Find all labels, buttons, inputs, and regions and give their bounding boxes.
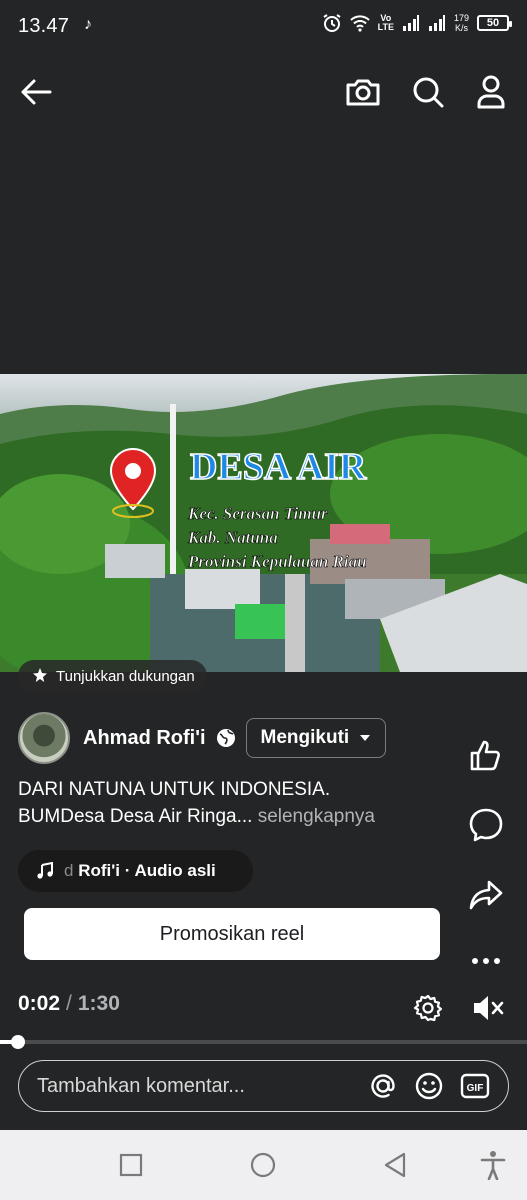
- audio-label: Rofi'i · Audio asli: [78, 861, 216, 880]
- circle-icon: [250, 1152, 276, 1178]
- gear-icon: [413, 994, 442, 1022]
- progress-knob[interactable]: [10, 1035, 25, 1049]
- video-frame: DESA AIR Kec. Serasan Timur Kab. Natuna …: [0, 374, 527, 672]
- more-icon: [472, 958, 500, 964]
- status-time: 13.47: [18, 15, 70, 37]
- accessibility-button[interactable]: [470, 1142, 516, 1188]
- avatar[interactable]: [18, 712, 70, 764]
- search-button[interactable]: [405, 70, 451, 114]
- gif-icon[interactable]: GIF: [460, 1071, 490, 1101]
- share-button[interactable]: [463, 872, 509, 918]
- home-button[interactable]: [240, 1142, 286, 1188]
- comment-icons: GIF: [368, 1071, 490, 1101]
- promote-reel-button[interactable]: Promosikan reel: [24, 908, 440, 960]
- back-button[interactable]: [14, 70, 58, 114]
- video-title-overlay: DESA AIR: [190, 446, 367, 488]
- author-name[interactable]: Ahmad Rofi'i: [83, 727, 206, 750]
- speed-value: 179: [453, 13, 469, 23]
- system-back-button[interactable]: [372, 1142, 418, 1188]
- video-location-1: Kec. Serasan Timur: [187, 504, 328, 523]
- profile-button[interactable]: [468, 70, 514, 114]
- duration: 1:30: [77, 992, 120, 1015]
- video-location-2: Kab. Natuna: [187, 528, 278, 547]
- caption-line-1: DARI NATUNA UNTUK INDONESIA.: [18, 779, 331, 800]
- playback-time: 0:02/1:30: [18, 992, 120, 1016]
- caption-line-2: BUMDesa Desa Air Ringa... selengkapnya: [18, 803, 448, 830]
- progress-fill: [0, 1040, 12, 1044]
- audio-chip[interactable]: d Rofi'i · Audio asli: [18, 850, 253, 892]
- camera-button[interactable]: [340, 70, 386, 114]
- system-nav-bar: [0, 1130, 527, 1200]
- emoji-icon[interactable]: [414, 1071, 444, 1101]
- caret-down-icon: [360, 735, 371, 741]
- mute-button[interactable]: [468, 988, 508, 1028]
- like-button[interactable]: [463, 732, 509, 778]
- battery-icon: 50: [477, 15, 512, 31]
- speed-unit: K/s: [454, 23, 468, 33]
- current-time: 0:02: [18, 992, 61, 1015]
- star-hand-icon: [33, 668, 47, 682]
- back-arrow-icon: [21, 79, 52, 105]
- comment-button[interactable]: [463, 802, 509, 848]
- support-chip[interactable]: Tunjukkan dukungan: [18, 660, 207, 692]
- camera-icon: [346, 79, 380, 106]
- alarm-icon: [323, 14, 341, 32]
- square-icon: [119, 1153, 143, 1177]
- music-note-icon: [37, 862, 53, 879]
- follow-button[interactable]: Mengikuti: [245, 718, 387, 758]
- signal-icon: [402, 15, 419, 31]
- status-bar: 13.47 ♪ Vo LTE 179 K/s 50: [0, 0, 527, 52]
- wifi-icon: [349, 15, 370, 32]
- comment-placeholder: Tambahkan komentar...: [37, 1074, 245, 1097]
- audio-fade-text: d: [64, 861, 74, 880]
- search-icon: [413, 77, 444, 108]
- see-more-link[interactable]: selengkapnya: [258, 806, 375, 827]
- comment-input[interactable]: Tambahkan komentar... GIF: [18, 1060, 509, 1112]
- more-options-button[interactable]: [463, 938, 509, 984]
- caption-line-2-text: BUMDesa Desa Air Ringa...: [18, 806, 253, 827]
- author-row: Ahmad Rofi'i Mengikuti: [18, 712, 387, 764]
- gif-label: GIF: [467, 1083, 484, 1094]
- comment-icon: [469, 808, 503, 842]
- share-icon: [469, 880, 503, 910]
- mention-icon[interactable]: [368, 1071, 398, 1101]
- follow-button-label: Mengikuti: [260, 727, 350, 748]
- signal-icon-2: [428, 15, 445, 31]
- like-icon: [470, 740, 500, 771]
- video-settings-button[interactable]: [410, 988, 446, 1028]
- accessibility-icon: [480, 1151, 506, 1180]
- top-bar: [0, 62, 527, 122]
- muted-speaker-icon: [474, 996, 504, 1020]
- tiktok-notification-icon: ♪: [84, 16, 92, 33]
- recents-button[interactable]: [108, 1142, 154, 1188]
- triangle-back-icon: [384, 1152, 406, 1178]
- video-player[interactable]: DESA AIR Kec. Serasan Timur Kab. Natuna …: [0, 374, 527, 672]
- volte-indicator: Vo LTE: [377, 13, 394, 32]
- time-separator: /: [66, 992, 72, 1015]
- network-speed: 179 K/s: [454, 13, 469, 33]
- progress-bar[interactable]: [0, 1035, 527, 1049]
- profile-icon: [477, 75, 505, 109]
- video-location-3: Provinsi Kepulauan Riau: [187, 552, 367, 571]
- globe-icon: [216, 729, 235, 747]
- support-chip-label: Tunjukkan dukungan: [56, 667, 195, 685]
- status-icons: Vo LTE 179 K/s 50: [322, 13, 512, 33]
- caption[interactable]: DARI NATUNA UNTUK INDONESIA. BUMDesa Des…: [18, 776, 448, 830]
